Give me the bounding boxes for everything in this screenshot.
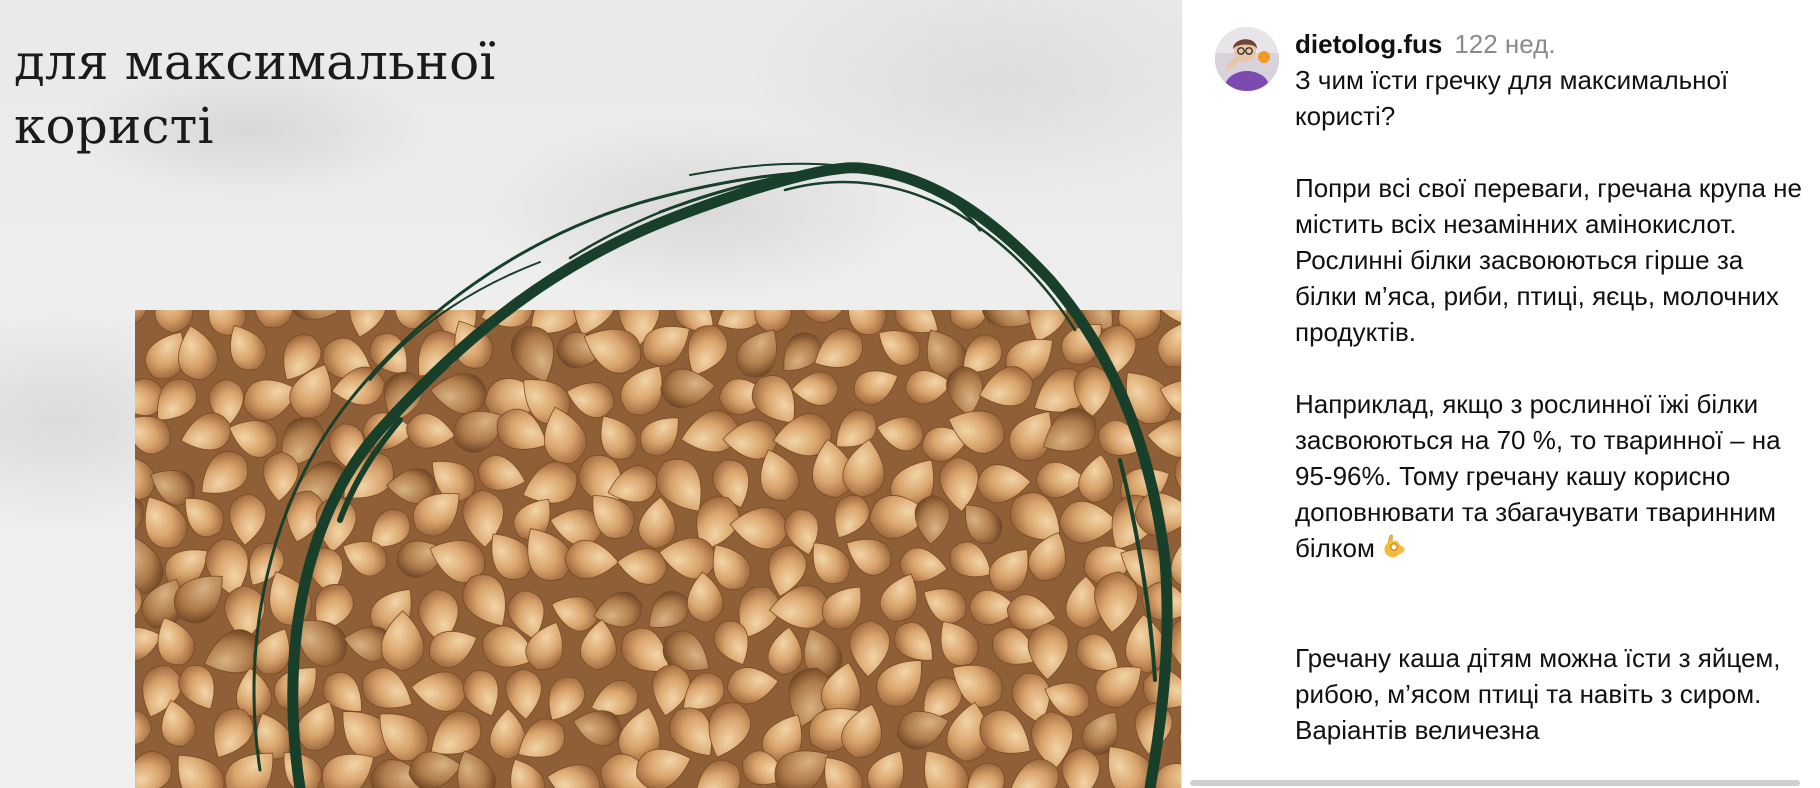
post-timestamp[interactable]: 122 нед. [1454,29,1555,59]
instagram-post-viewer: для максимальної користі dietolog.fus 12… [0,0,1820,788]
avatar-icon [1215,27,1279,91]
buckwheat-grains [135,310,1181,788]
headline-line-2: користі [14,97,214,155]
buckwheat-photo [135,310,1181,788]
image-headline: для максимальної користі [14,30,496,158]
caption-paragraph-1: З чим їсти гречку для максимальної корис… [1295,65,1729,131]
post-meta: dietolog.fus 122 нед. [1295,26,1805,62]
caption-paragraph-3-text: Наприклад, якщо з рослинної їжі білки за… [1295,389,1781,563]
caption-scrollbar[interactable] [1190,778,1810,788]
caption-paragraph-4: Гречану каша дітям можна їсти з яйцем, р… [1295,643,1781,745]
headline-line-1: для максимальної [14,33,496,91]
author-avatar[interactable] [1215,27,1279,91]
post-image[interactable]: для максимальної користі [0,0,1181,788]
post-sidebar: dietolog.fus 122 нед. З чим їсти гречку д… [1181,0,1820,788]
ok-hand-emoji-icon [1381,532,1407,568]
author-username[interactable]: dietolog.fus [1295,29,1442,59]
caption-paragraph-2: Попри всі свої переваги, гречана крупа н… [1295,173,1802,347]
scrollbar-thumb[interactable] [1190,780,1800,786]
post-caption: dietolog.fus 122 нед. З чим їсти гречку д… [1295,26,1805,784]
caption-paragraph-3: Наприклад, якщо з рослинної їжі білки за… [1295,386,1805,568]
